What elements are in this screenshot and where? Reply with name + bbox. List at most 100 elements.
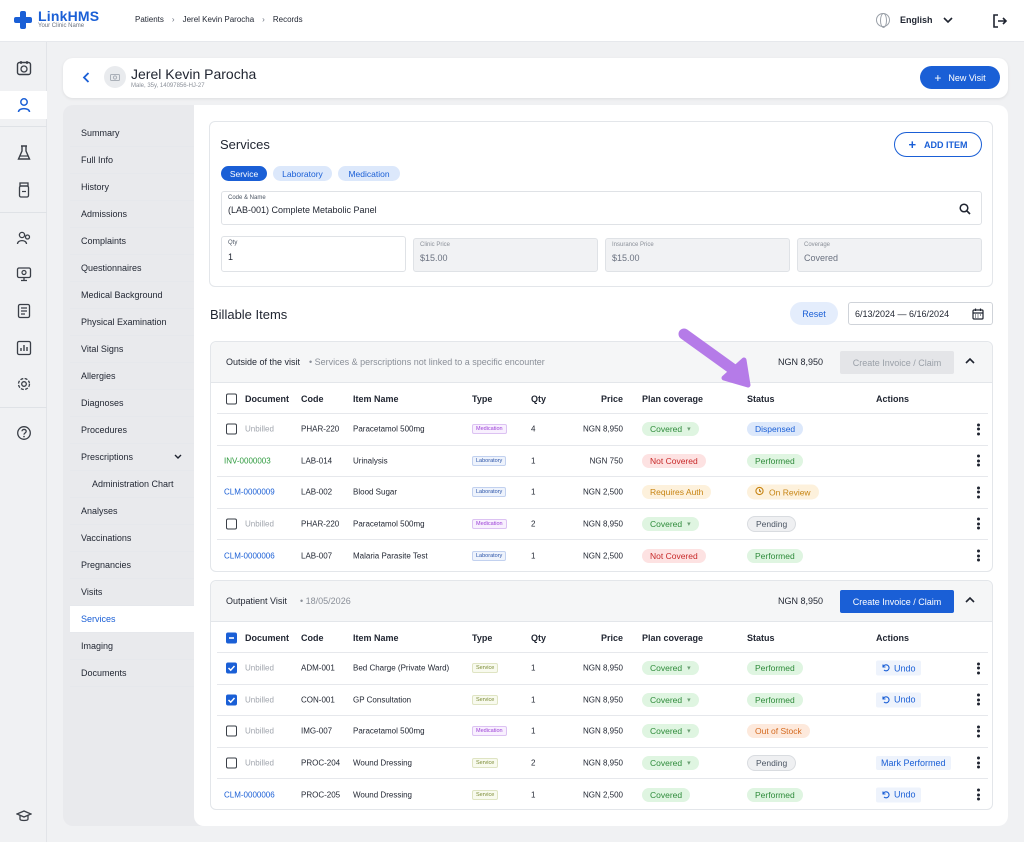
group-header[interactable]: Outpatient Visit • 18/05/2026 NGN 8,950 Cre…	[211, 581, 992, 622]
group-title: Outside of the visit	[226, 357, 301, 367]
sidebar-item-analyses[interactable]: Analyses	[70, 498, 194, 525]
more-options-icon[interactable]	[977, 724, 980, 739]
coverage-badge[interactable]: Covered ▾	[642, 516, 699, 531]
sidebar-item-pregnancies[interactable]: Pregnancies	[70, 552, 194, 579]
row-checkbox[interactable]	[226, 725, 237, 737]
breadcrumb-patient[interactable]: Jerel Kevin Parocha	[183, 15, 255, 24]
document-link[interactable]: CLM-0000009	[224, 488, 275, 497]
sidebar-item-vaccinations[interactable]: Vaccinations	[70, 525, 194, 552]
undo-button[interactable]: Undo	[876, 787, 921, 803]
document-report-icon[interactable]	[0, 297, 47, 325]
app-logo[interactable]: LinkHMS Your Clinic Name	[14, 9, 99, 30]
sidebar-item-admissions[interactable]: Admissions	[70, 201, 194, 228]
date-range-input[interactable]: 6/13/2024 — 6/16/2024	[848, 302, 993, 325]
new-visit-button[interactable]: + New Visit	[920, 66, 1000, 89]
sidebar-item-diagnoses[interactable]: Diagnoses	[70, 390, 194, 417]
chevron-up-icon[interactable]	[965, 596, 975, 603]
sidebar-item-procedures[interactable]: Procedures	[70, 417, 194, 444]
sidebar-item-label: Diagnoses	[81, 398, 124, 408]
back-chevron-icon[interactable]	[82, 72, 90, 83]
sidebar-item-full-info[interactable]: Full Info	[70, 147, 194, 174]
lab-flask-icon[interactable]	[0, 139, 47, 167]
sidebar-item-documents[interactable]: Documents	[70, 660, 194, 687]
academy-cap-icon[interactable]	[0, 802, 47, 830]
undo-button[interactable]: Undo	[876, 660, 921, 676]
item-name: Wound Dressing	[353, 758, 412, 768]
sidebar-item-allergies[interactable]: Allergies	[70, 363, 194, 390]
sidebar-item-visits[interactable]: Visits	[70, 579, 194, 606]
more-options-icon[interactable]	[977, 453, 980, 468]
group-header[interactable]: Outside of the visit • Services & perscri…	[211, 342, 992, 383]
chevron-up-icon[interactable]	[965, 357, 975, 364]
create-invoice-button[interactable]: Create Invoice / Claim	[840, 351, 954, 374]
item-qty: 1	[531, 726, 536, 736]
settings-gear-icon[interactable]	[0, 370, 47, 398]
coverage-badge[interactable]: Covered ▾	[642, 692, 699, 707]
more-options-icon[interactable]	[977, 422, 980, 437]
qty-field[interactable]: Qty 1	[221, 236, 406, 272]
code-name-field[interactable]: Code & Name (LAB-001) Complete Metabolic…	[221, 191, 982, 225]
sidebar-item-administration-chart[interactable]: Administration Chart	[70, 471, 194, 498]
sidebar-item-services[interactable]: Services	[70, 606, 194, 633]
document-link[interactable]: INV-0000003	[224, 456, 271, 465]
document-link[interactable]: CLM-0000006	[224, 551, 275, 560]
logout-icon[interactable]	[992, 13, 1008, 29]
tab-medication[interactable]: Medication	[338, 166, 400, 181]
sidebar-item-questionnaires[interactable]: Questionnaires	[70, 255, 194, 282]
pharmacy-bottle-icon[interactable]	[0, 176, 47, 204]
sidebar-item-prescriptions[interactable]: Prescriptions	[70, 444, 194, 471]
sidebar-item-summary[interactable]: Summary	[70, 120, 194, 147]
sidebar-item-label: Allergies	[81, 371, 116, 381]
table-header: Document Code Item Name Type Qty Price Plan co…	[217, 623, 988, 653]
item-qty: 1	[531, 456, 536, 466]
select-all-checkbox[interactable]	[226, 393, 237, 404]
more-options-icon[interactable]	[977, 516, 980, 531]
chevron-down-icon[interactable]	[174, 454, 182, 460]
more-options-icon[interactable]	[977, 787, 980, 802]
monitor-icon[interactable]	[0, 260, 47, 288]
sidebar-item-history[interactable]: History	[70, 174, 194, 201]
add-item-button[interactable]: + ADD ITEM	[894, 132, 982, 157]
breadcrumb-patients[interactable]: Patients	[135, 15, 164, 24]
row-checkbox[interactable]	[226, 757, 237, 769]
undo-button[interactable]: Undo	[876, 692, 921, 708]
row-checkbox[interactable]	[226, 662, 237, 674]
more-options-icon[interactable]	[977, 692, 980, 707]
tab-laboratory[interactable]: Laboratory	[273, 166, 332, 181]
tab-service[interactable]: Service	[221, 166, 267, 181]
row-checkbox[interactable]	[226, 518, 237, 530]
patients-icon[interactable]	[0, 91, 47, 119]
appointments-icon[interactable]	[0, 54, 47, 82]
row-checkbox[interactable]	[226, 423, 237, 435]
search-icon[interactable]	[959, 203, 971, 215]
row-checkbox[interactable]	[226, 694, 237, 706]
more-options-icon[interactable]	[977, 661, 980, 676]
brand-name: LinkHMS	[38, 8, 100, 24]
reset-button[interactable]: Reset	[790, 302, 838, 325]
help-icon[interactable]	[0, 419, 47, 447]
document-link[interactable]: CLM-0000006	[224, 790, 275, 799]
status-badge: Pending	[747, 515, 797, 532]
more-options-icon[interactable]	[977, 755, 980, 770]
sidebar-item-vital-signs[interactable]: Vital Signs	[70, 336, 194, 363]
coverage-badge[interactable]: Covered	[642, 787, 691, 802]
mark-performed-button[interactable]: Mark Performed	[876, 755, 951, 770]
calendar-icon[interactable]	[972, 308, 984, 320]
more-options-icon[interactable]	[977, 548, 980, 563]
column-header-item-name: Item Name	[353, 632, 399, 643]
sidebar-item-physical-examination[interactable]: Physical Examination	[70, 309, 194, 336]
analytics-icon[interactable]	[0, 334, 47, 362]
coverage-badge[interactable]: Covered ▾	[642, 724, 699, 739]
staff-group-icon[interactable]	[0, 224, 47, 252]
coverage-badge[interactable]: Covered ▾	[642, 755, 699, 770]
sidebar-item-imaging[interactable]: Imaging	[70, 633, 194, 660]
language-selector[interactable]: English	[876, 13, 953, 28]
qty-label: Qty	[228, 240, 238, 246]
more-options-icon[interactable]	[977, 485, 980, 500]
select-all-checkbox[interactable]	[226, 632, 237, 643]
coverage-badge[interactable]: Covered ▾	[642, 422, 699, 437]
sidebar-item-medical-background[interactable]: Medical Background	[70, 282, 194, 309]
coverage-badge[interactable]: Covered ▾	[642, 661, 699, 676]
create-invoice-button[interactable]: Create Invoice / Claim	[840, 590, 954, 613]
sidebar-item-complaints[interactable]: Complaints	[70, 228, 194, 255]
